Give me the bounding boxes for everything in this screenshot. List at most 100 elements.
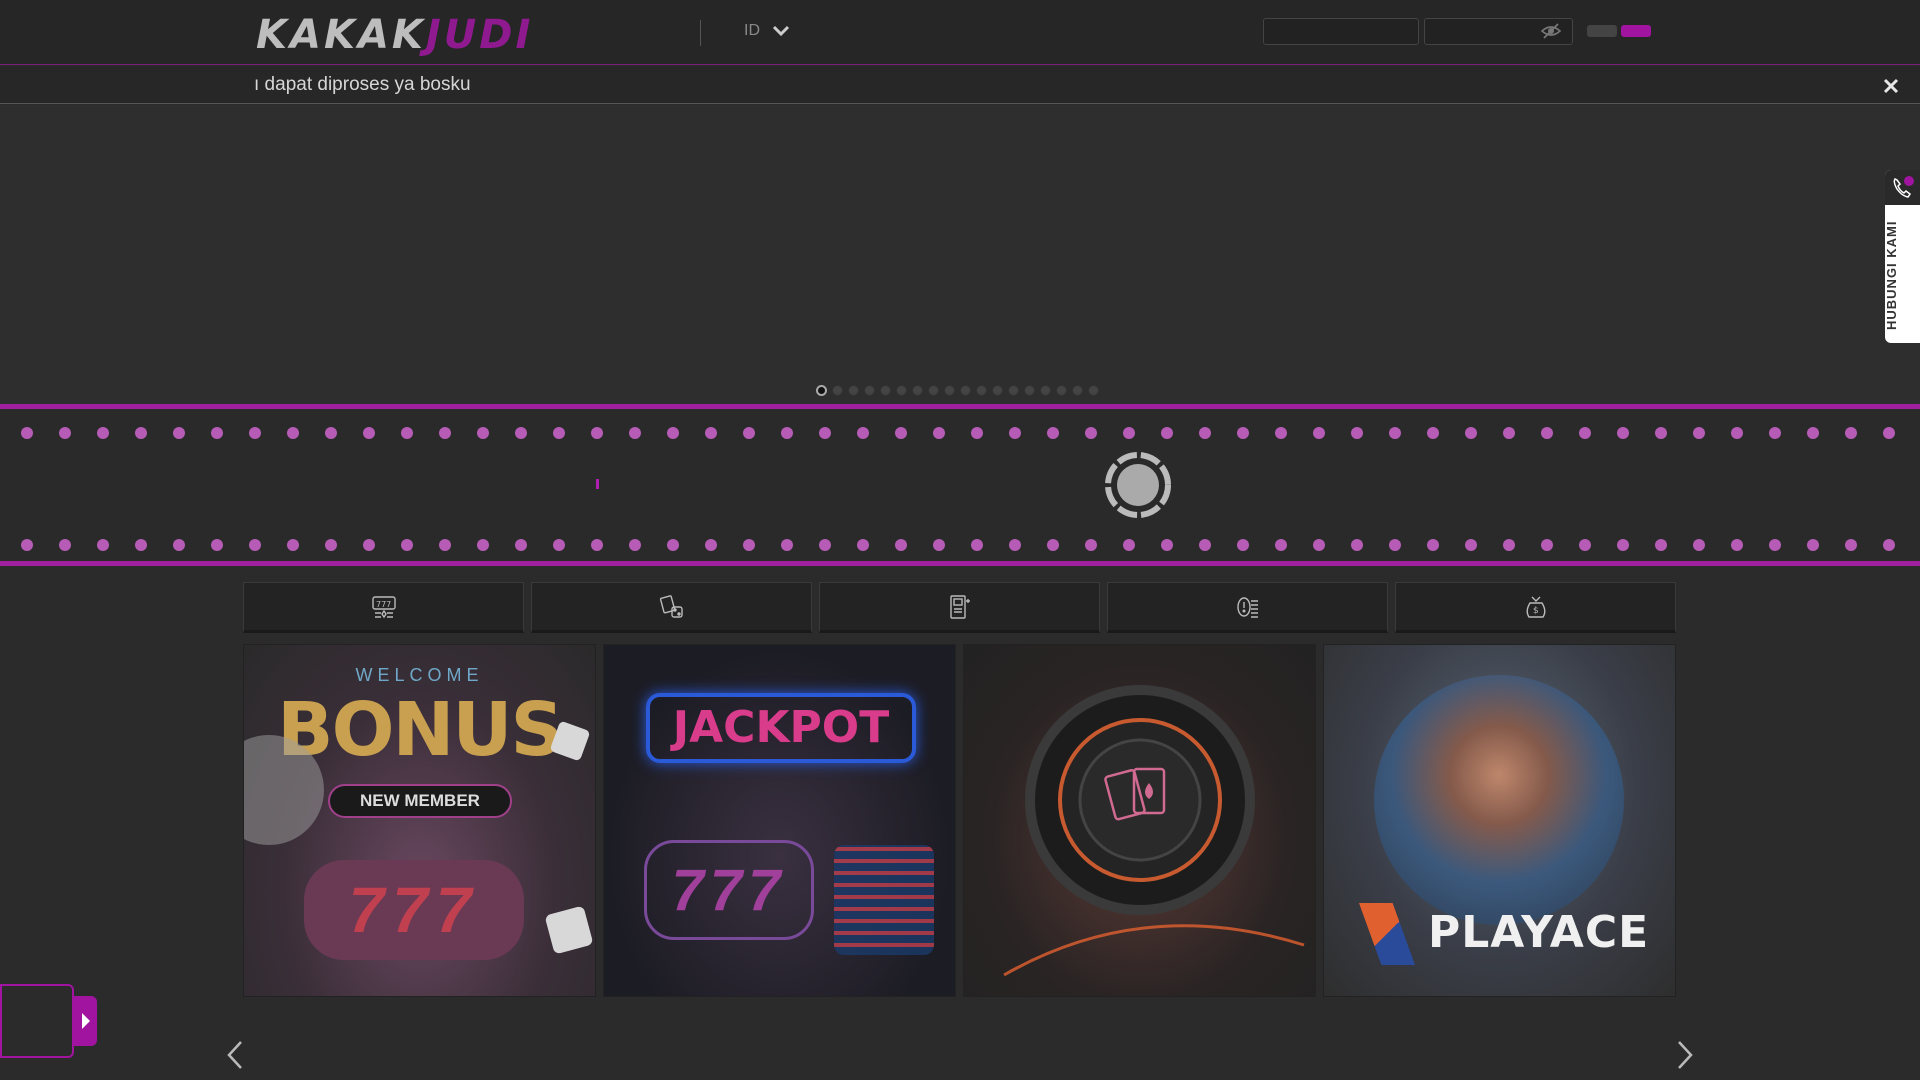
light-dot (857, 427, 869, 439)
light-dot (971, 427, 983, 439)
hero-banner[interactable] (0, 105, 1920, 405)
slider-dot[interactable] (912, 385, 923, 396)
light-dot (1123, 539, 1135, 551)
language-code: ID (744, 22, 760, 39)
slider-dot[interactable] (1024, 385, 1035, 396)
slider-dot[interactable] (896, 385, 907, 396)
light-dot (249, 539, 261, 551)
slider-dot[interactable] (976, 385, 987, 396)
play-arrow-icon (82, 1013, 90, 1029)
tab-slots[interactable]: 777 (243, 582, 524, 633)
light-dot (819, 539, 831, 551)
light-dot (211, 427, 223, 439)
loading-spinner-icon (1105, 452, 1171, 518)
light-dot (401, 539, 413, 551)
light-dot (1199, 539, 1211, 551)
light-dot (553, 427, 565, 439)
decorative-light-dots (21, 427, 1895, 551)
light-dot (1769, 427, 1781, 439)
light-dot (1807, 539, 1819, 551)
light-dot (1427, 539, 1439, 551)
light-dot (1009, 427, 1021, 439)
money-bag-icon: $ (1526, 596, 1545, 618)
game-category-tabs: 777 $ (243, 582, 1676, 633)
slider-dot[interactable] (1056, 385, 1067, 396)
chip-stack-icon (834, 845, 934, 955)
light-dot (629, 539, 641, 551)
welcome-bonus-card[interactable]: WELCOME BONUS NEW MEMBER 777 (243, 644, 596, 997)
light-dot (1579, 539, 1591, 551)
light-dot (1655, 427, 1667, 439)
light-dot (1655, 539, 1667, 551)
welcome-label: WELCOME (355, 665, 484, 685)
light-dot (1123, 427, 1135, 439)
light-dot (1427, 427, 1439, 439)
close-icon[interactable] (1880, 75, 1902, 97)
slider-dot[interactable] (944, 385, 955, 396)
slider-dot[interactable] (1040, 385, 1051, 396)
playace-brand: PLAYACE (1428, 907, 1650, 958)
chevron-right-icon[interactable] (1669, 1038, 1699, 1072)
light-dot (97, 539, 109, 551)
light-dot (59, 539, 71, 551)
tab-sports[interactable] (1107, 582, 1388, 633)
light-dot (933, 427, 945, 439)
light-dot (1883, 427, 1895, 439)
username-input[interactable] (1263, 18, 1419, 45)
slider-dot[interactable] (816, 385, 827, 396)
site-logo[interactable]: KAKAKJUDI (256, 12, 533, 58)
tab-promo[interactable]: $ (1395, 582, 1676, 633)
light-dot (1465, 427, 1477, 439)
slider-dot[interactable] (1072, 385, 1083, 396)
light-dot (97, 427, 109, 439)
light-dot (439, 539, 451, 551)
light-dot (1579, 427, 1591, 439)
light-dot (1313, 539, 1325, 551)
light-dot (1617, 539, 1629, 551)
light-dot (591, 539, 603, 551)
light-dot (1465, 539, 1477, 551)
slider-dot[interactable] (832, 385, 843, 396)
light-dot (1541, 427, 1553, 439)
light-dot (1237, 427, 1249, 439)
tab-casino[interactable] (531, 582, 812, 633)
floating-widget[interactable] (0, 984, 74, 1058)
chevron-down-icon (772, 25, 790, 37)
live-casino-card[interactable] (963, 644, 1316, 997)
svg-text:$: $ (1533, 606, 1539, 616)
widget-toggle[interactable] (73, 996, 97, 1046)
light-dot (439, 427, 451, 439)
announcement-text: ı dapat diproses ya bosku (254, 74, 471, 95)
light-dot (1845, 539, 1857, 551)
light-dot (1161, 539, 1173, 551)
slider-dot[interactable] (880, 385, 891, 396)
language-selector[interactable]: ID (744, 22, 790, 40)
playace-card[interactable]: PLAYACE (1323, 644, 1676, 997)
chevron-left-icon[interactable] (221, 1038, 251, 1072)
slider-dot[interactable] (864, 385, 875, 396)
slider-dot[interactable] (960, 385, 971, 396)
light-dot (325, 539, 337, 551)
light-dot (1389, 427, 1401, 439)
light-dot (667, 427, 679, 439)
tab-arcade[interactable] (819, 582, 1100, 633)
light-dot (1009, 539, 1021, 551)
light-dot (249, 427, 261, 439)
contact-label: HUBUNGI KAMI (1884, 220, 1899, 330)
register-button[interactable] (1621, 25, 1651, 37)
slider-dot[interactable] (928, 385, 939, 396)
eye-slash-icon[interactable] (1540, 21, 1562, 41)
light-dot (781, 427, 793, 439)
light-dot (1617, 427, 1629, 439)
light-dot (173, 539, 185, 551)
light-dot (1389, 539, 1401, 551)
slider-dot[interactable] (848, 385, 859, 396)
slider-dot[interactable] (1088, 385, 1099, 396)
slider-dot[interactable] (1008, 385, 1019, 396)
light-dot (553, 539, 565, 551)
login-button[interactable] (1587, 25, 1617, 37)
light-dot (743, 427, 755, 439)
light-dot (1047, 427, 1059, 439)
jackpot-card[interactable]: JACKPOT 777 (603, 644, 956, 997)
slider-dot[interactable] (992, 385, 1003, 396)
